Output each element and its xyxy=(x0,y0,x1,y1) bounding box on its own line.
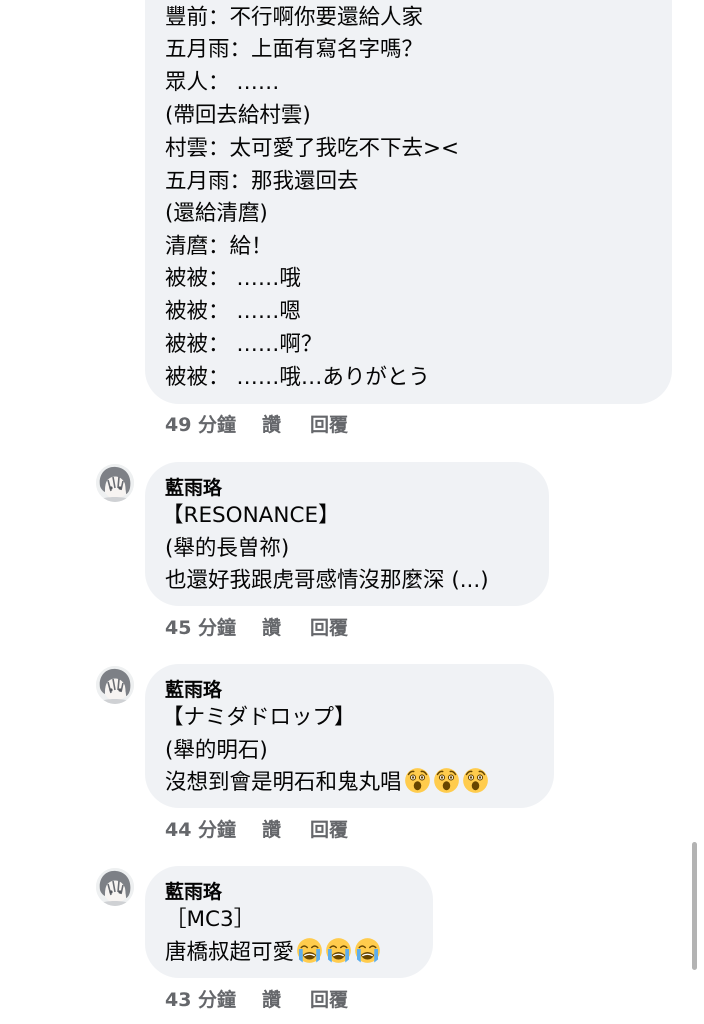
comment-2: 藍雨珞 【ナミダドロップ】 (舉的明石) 沒想到會是明石和鬼丸唱 44 分鐘 讚… xyxy=(0,662,704,852)
like-button[interactable]: 讚 xyxy=(262,818,281,842)
comment-3: 藍雨珞 ［MC3］ 唐橋叔超可愛 43 分鐘 讚 回覆 xyxy=(0,864,704,1024)
loudly-crying-face-icon xyxy=(354,937,381,964)
avatar[interactable] xyxy=(96,464,134,502)
avatar[interactable] xyxy=(96,666,134,704)
comment-line: 清麿：給！ xyxy=(165,234,273,259)
reply-button[interactable]: 回覆 xyxy=(310,413,348,437)
comment-text: 沒想到會是明石和鬼丸唱 xyxy=(165,770,402,795)
astonished-face-icon xyxy=(462,767,489,794)
comment-line: 【ナミダドロップ】 xyxy=(162,705,356,730)
like-button[interactable]: 讚 xyxy=(262,616,281,640)
comment-line-with-emoji: 沒想到會是明石和鬼丸唱 xyxy=(165,767,489,799)
comment-line: 被被： ……嗯 xyxy=(165,299,301,324)
comment-time[interactable]: 49 分鐘 xyxy=(165,413,236,437)
loudly-crying-face-icon xyxy=(296,937,323,964)
scrollbar[interactable] xyxy=(692,842,697,970)
comment-time[interactable]: 43 分鐘 xyxy=(165,988,236,1012)
avatar-image xyxy=(96,666,134,704)
comment-author[interactable]: 藍雨珞 xyxy=(165,475,222,501)
comment-line: (舉的長曽祢) xyxy=(165,536,290,561)
reply-button[interactable]: 回覆 xyxy=(310,988,348,1012)
comment-line: 被被： ……啊？ xyxy=(165,332,323,357)
comment-line: (帶回去給村雲) xyxy=(165,103,311,128)
comment-line: ［MC3］ xyxy=(165,907,256,932)
avatar-image xyxy=(96,868,134,906)
comment-0: 豐前：不行啊你要還給人家 五月雨：上面有寫名字嗎？ 眾人： …… (帶回去給村雲… xyxy=(0,0,704,450)
comment-line: (還給清麿) xyxy=(165,201,268,226)
comment-line: 五月雨：上面有寫名字嗎？ xyxy=(165,37,424,62)
comment-line: 眾人： …… xyxy=(165,70,280,95)
comment-author[interactable]: 藍雨珞 xyxy=(165,879,222,905)
avatar[interactable] xyxy=(96,868,134,906)
reply-button[interactable]: 回覆 xyxy=(310,818,348,842)
astonished-face-icon xyxy=(433,767,460,794)
comment-text: 唐橋叔超可愛 xyxy=(165,940,295,965)
comment-line: (舉的明石) xyxy=(165,738,268,763)
comment-line: 五月雨：那我還回去 xyxy=(165,169,359,194)
comment-1: 藍雨珞 【RESONANCE】 (舉的長曽祢) 也還好我跟虎哥感情沒那麼深 (.… xyxy=(0,460,704,650)
comment-line: 村雲：太可愛了我吃不下去>< xyxy=(165,136,460,161)
comment-line-with-emoji: 唐橋叔超可愛 xyxy=(165,937,381,969)
comment-line: 被被： ……哦 xyxy=(165,266,301,291)
reply-button[interactable]: 回覆 xyxy=(310,616,348,640)
like-button[interactable]: 讚 xyxy=(262,988,281,1012)
comment-line: 【RESONANCE】 xyxy=(162,503,340,528)
comment-line: 被被： ……哦…ありがとう xyxy=(165,365,430,390)
like-button[interactable]: 讚 xyxy=(262,413,281,437)
comment-time[interactable]: 45 分鐘 xyxy=(165,616,236,640)
astonished-face-icon xyxy=(404,767,431,794)
loudly-crying-face-icon xyxy=(325,937,352,964)
comment-time[interactable]: 44 分鐘 xyxy=(165,818,236,842)
comment-author[interactable]: 藍雨珞 xyxy=(165,677,222,703)
comment-line: 豐前：不行啊你要還給人家 xyxy=(165,5,424,30)
comment-line: 也還好我跟虎哥感情沒那麼深 (...) xyxy=(165,568,489,593)
avatar-image xyxy=(96,464,134,502)
